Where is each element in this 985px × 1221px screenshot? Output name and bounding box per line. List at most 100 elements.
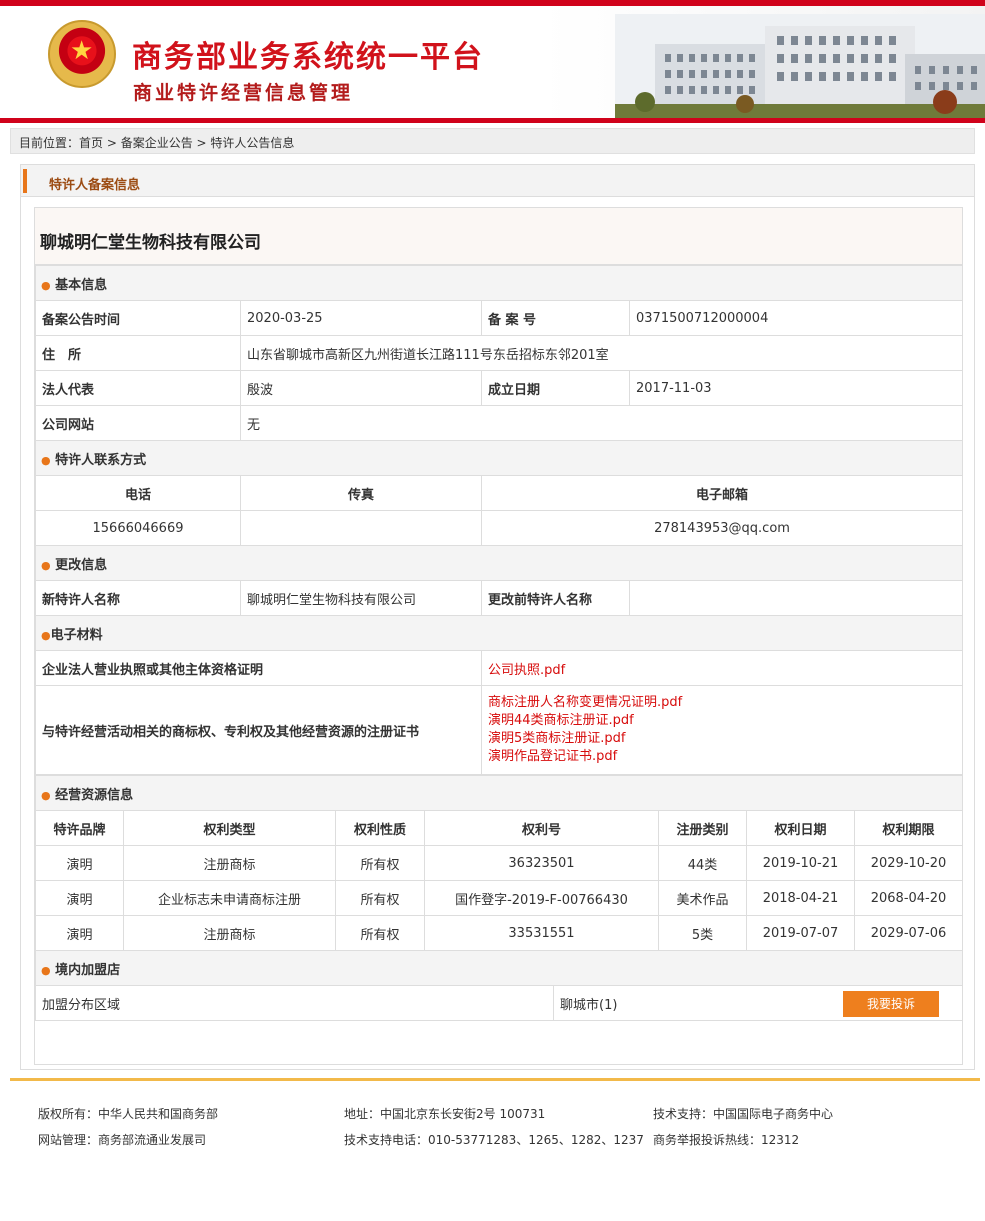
rights-file-link[interactable]: 演明5类商标注册证.pdf: [488, 730, 956, 748]
fax-value: [240, 510, 482, 546]
record-detail: 聊城明仁堂生物科技有限公司 ● 基本信息 备案公告时间 2020-03-25 备…: [34, 207, 964, 1065]
col-header: 权利性质: [335, 810, 425, 846]
breadcrumb: 目前位置：首页 > 备案企业公告 > 特许人公告信息: [10, 128, 975, 154]
record-no-label: 备 案 号: [481, 300, 630, 336]
table-cell: 2018-04-21: [746, 880, 855, 916]
record-no-value: 0371500712000004: [628, 300, 964, 336]
license-label: 企业法人营业执照或其他主体资格证明: [35, 650, 482, 686]
table-cell: 5类: [658, 915, 747, 951]
col-header: 注册类别: [658, 810, 747, 846]
footer-tech-phone: 技术支持电话：010-53771283、1265、1282、1237: [344, 1133, 644, 1147]
table-cell: 36323501: [424, 845, 659, 881]
section-change: ● 更改信息: [34, 545, 964, 581]
table-cell: 所有权: [335, 845, 425, 881]
bullet-icon: ●: [41, 278, 51, 292]
info-table: ● 基本信息 备案公告时间 2020-03-25 备 案 号 037150071…: [34, 265, 964, 775]
email-value: 278143953@qq.com: [480, 510, 964, 546]
company-name: 聊城明仁堂生物科技有限公司: [35, 208, 962, 265]
new-name-value: 聊城明仁堂生物科技有限公司: [240, 580, 482, 616]
building-illustration: [615, 14, 985, 118]
phone-header: 电话: [35, 475, 241, 511]
table-cell: 2019-07-07: [746, 915, 855, 951]
breadcrumb-home[interactable]: 首页: [79, 134, 103, 151]
table-cell: 33531551: [424, 915, 659, 951]
table-row: 演明 企业标志未申请商标注册 所有权 国作登字-2019-F-00766430 …: [35, 880, 964, 916]
license-file-link[interactable]: 公司执照.pdf: [488, 663, 565, 678]
rights-file-link[interactable]: 演明44类商标注册证.pdf: [488, 712, 956, 730]
legal-rep-label: 法人代表: [35, 370, 241, 406]
breadcrumb-sep: >: [103, 136, 121, 150]
bullet-icon: ●: [41, 558, 51, 572]
table-cell: 44类: [658, 845, 747, 881]
fax-header: 传真: [240, 475, 482, 511]
panel-title: 特许人备案信息: [49, 178, 141, 193]
table-cell: 企业标志未申请商标注册: [123, 880, 336, 916]
email-header: 电子邮箱: [480, 475, 964, 511]
star-icon: ★: [70, 36, 94, 66]
established-label: 成立日期: [481, 370, 630, 406]
old-name-label: 更改前特许人名称: [481, 580, 630, 616]
panel-accent-bar: [23, 169, 27, 193]
license-files: 公司执照.pdf: [480, 650, 964, 686]
bullet-icon: ●: [41, 628, 51, 642]
national-emblem-icon: ★: [48, 20, 116, 88]
table-cell: 美术作品: [658, 880, 747, 916]
region-label: 加盟分布区域: [35, 985, 554, 1021]
footer-hotline: 商务举报投诉热线：12312: [653, 1133, 800, 1147]
breadcrumb-prefix: 目前位置：: [19, 136, 80, 150]
legal-rep-value: 殷波: [240, 370, 482, 406]
rights-file-link[interactable]: 商标注册人名称变更情况证明.pdf: [488, 694, 956, 712]
phone-value: 15666046669: [35, 510, 241, 546]
table-cell: 2029-10-20: [853, 845, 964, 881]
site-subtitle: 商业特许经营信息管理: [133, 82, 354, 104]
old-name-value: [628, 580, 964, 616]
table-cell: 演明: [35, 880, 124, 916]
bullet-icon: ●: [41, 963, 51, 977]
breadcrumb-sep: >: [192, 136, 211, 150]
table-cell: 2029-07-06: [853, 915, 964, 951]
section-resources: ● 经营资源信息: [34, 775, 964, 811]
section-materials: ●电子材料: [34, 615, 964, 651]
rights-file-link[interactable]: 演明作品登记证书.pdf: [488, 748, 956, 766]
table-cell: 注册商标: [123, 915, 336, 951]
section-basic: ● 基本信息: [34, 265, 964, 301]
footer-address: 地址：中国北京东长安街2号 100731: [344, 1107, 546, 1121]
record-date-value: 2020-03-25: [240, 300, 482, 336]
resources-table: ● 经营资源信息 特许品牌 权利类型 权利性质 权利号 注册类别 权利日期 权利…: [34, 775, 964, 951]
footer-site-admin: 网站管理：商务部流通业发展司: [38, 1133, 207, 1147]
website-value: 无: [239, 405, 964, 441]
table-cell: 演明: [35, 845, 124, 881]
bullet-icon: ●: [41, 453, 51, 467]
footer-copyright: 版权所有：中华人民共和国商务部: [38, 1107, 219, 1121]
table-cell: 注册商标: [123, 845, 336, 881]
table-cell: 国作登字-2019-F-00766430: [424, 880, 659, 916]
stores-table: ● 境内加盟店 加盟分布区域 聊城市(1): [35, 950, 963, 1021]
rights-label: 与特许经营活动相关的商标权、专利权及其他经营资源的注册证书: [35, 685, 482, 775]
franchisor-panel: 特许人备案信息 聊城明仁堂生物科技有限公司 ● 基本信息 备案公告时间 2020…: [20, 164, 975, 1070]
col-header: 权利类型: [123, 810, 336, 846]
table-cell: 演明: [35, 915, 124, 951]
section-contact-label: 特许人联系方式: [55, 452, 147, 468]
section-contact: ● 特许人联系方式: [34, 440, 964, 476]
site-header: ★ 商务部业务系统统一平台 商业特许经营信息管理: [0, 6, 985, 118]
website-label: 公司网站: [35, 405, 241, 441]
breadcrumb-announcements[interactable]: 备案企业公告: [121, 134, 193, 151]
table-cell: 所有权: [335, 915, 425, 951]
complaint-button[interactable]: 我要投诉: [843, 991, 939, 1017]
footer-tech-support: 技术支持：中国国际电子商务中心: [653, 1107, 834, 1121]
breadcrumb-current: 特许人公告信息: [210, 136, 295, 150]
panel-header: 特许人备案信息: [21, 165, 974, 197]
address-label: 住 所: [35, 335, 241, 371]
section-stores-label: 境内加盟店: [55, 962, 121, 978]
section-change-label: 更改信息: [55, 557, 108, 573]
address-value: 山东省聊城市高新区九州街道长江路111号东岳招标东邻201室: [239, 335, 964, 371]
rights-files: 商标注册人名称变更情况证明.pdf 演明44类商标注册证.pdf 演明5类商标注…: [480, 685, 964, 775]
table-cell: 2068-04-20: [853, 880, 964, 916]
col-header: 权利号: [424, 810, 659, 846]
bullet-icon: ●: [41, 788, 51, 802]
record-date-label: 备案公告时间: [35, 300, 241, 336]
table-row: 演明 注册商标 所有权 36323501 44类 2019-10-21 2029…: [35, 845, 964, 881]
col-header: 特许品牌: [35, 810, 124, 846]
new-name-label: 新特许人名称: [35, 580, 241, 616]
col-header: 权利期限: [853, 810, 964, 846]
